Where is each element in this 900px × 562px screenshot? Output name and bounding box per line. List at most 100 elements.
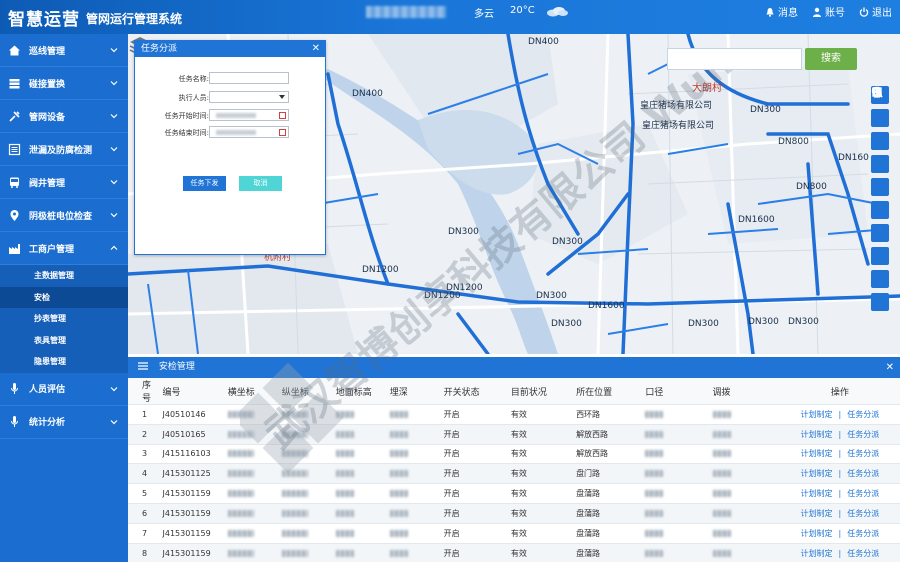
cell-x-blurred	[227, 404, 282, 425]
sidebar-item-leak-detection[interactable]: 泄漏及防腐检测	[0, 133, 128, 166]
chevron-down-icon	[110, 180, 118, 185]
dialog-header: 任务分派 ✕	[135, 41, 325, 57]
sidebar-item-statistics[interactable]: 统计分析	[0, 406, 128, 439]
blurred-value	[227, 430, 254, 438]
executor-select[interactable]	[209, 91, 289, 103]
stack-icon	[9, 78, 20, 88]
cell-elevation-blurred	[335, 522, 390, 544]
start-time-input[interactable]	[209, 109, 289, 121]
sidebar-item-replacement[interactable]: 碰接置换	[0, 67, 128, 100]
column-header: 地面标高	[335, 378, 390, 405]
user-icon	[813, 7, 821, 17]
end-time-input[interactable]	[209, 126, 289, 138]
power-icon	[859, 7, 869, 17]
close-icon[interactable]: ✕	[886, 357, 894, 378]
blurred-value	[645, 430, 664, 438]
full-extent-button[interactable]	[871, 87, 889, 265]
cell-transfer-blurred	[712, 483, 780, 504]
cell-location: 盘蒲路	[576, 522, 646, 544]
submit-task-button[interactable]: 任务下发	[183, 176, 226, 191]
submenu-meter-management[interactable]: 表具管理	[0, 330, 128, 352]
table-row[interactable]: 6 J415301159 开启 有效 盘蒲路 计划制定 | 任务分派	[128, 502, 900, 524]
submenu-master-data[interactable]: 主数据管理	[0, 265, 128, 287]
plan-link[interactable]: 计划制定	[801, 509, 833, 518]
table-row[interactable]: 7 J415301159 开启 有效 盘蒲路 计划制定 | 任务分派	[128, 522, 900, 544]
sidebar-item-patrol[interactable]: 巡线管理	[0, 34, 128, 67]
plan-link[interactable]: 计划制定	[801, 469, 833, 478]
cell-diameter-blurred	[645, 522, 713, 544]
submenu-hazard[interactable]: 隐患管理	[0, 351, 128, 373]
blurred-value	[712, 430, 731, 438]
zoom-out-button[interactable]	[871, 91, 889, 127]
sidebar: 巡线管理 碰接置换 管网设备 泄漏及防腐检测 阀井管理 阴极桩电位检查 工商户管…	[0, 34, 128, 562]
account-button[interactable]: 账号	[812, 4, 845, 19]
sidebar-item-label: 碰接置换	[29, 79, 66, 90]
menu-icon[interactable]	[138, 362, 148, 370]
cell-depth-blurred	[389, 502, 444, 524]
calendar-icon[interactable]	[279, 112, 286, 119]
calendar-icon[interactable]	[279, 129, 286, 136]
sidebar-item-business[interactable]: 工商户管理	[0, 232, 128, 265]
sidebar-item-personnel[interactable]: 人员评估	[0, 373, 128, 406]
plan-link[interactable]: 计划制定	[801, 489, 833, 498]
map-search-input[interactable]	[667, 48, 802, 70]
assign-task-link[interactable]: 任务分派	[847, 549, 879, 558]
sidebar-item-equipment[interactable]: 管网设备	[0, 100, 128, 133]
cell-x-blurred	[227, 542, 282, 562]
sidebar-item-valve[interactable]: 阀井管理	[0, 166, 128, 199]
map-label: DN1200	[362, 265, 399, 275]
plan-link[interactable]: 计划制定	[801, 449, 833, 458]
zoom-box-out-button[interactable]	[871, 86, 889, 196]
sidebar-item-label: 人员评估	[29, 385, 66, 395]
pan-button[interactable]	[871, 88, 889, 150]
blurred-value	[389, 450, 408, 458]
assign-task-link[interactable]: 任务分派	[847, 489, 879, 498]
map-search-button[interactable]: 搜索	[805, 48, 857, 70]
account-label: 账号	[825, 8, 845, 19]
cell-no: 3	[128, 443, 157, 464]
zoom-box-in-button[interactable]	[871, 86, 889, 173]
table-row[interactable]: 2 J40510165 开启 有效 解放西路 计划制定 | 任务分派	[128, 423, 900, 445]
sidebar-item-cathode[interactable]: 阴极桩电位检查	[0, 199, 128, 232]
cell-code: J415301159	[156, 502, 228, 524]
clear-button[interactable]	[871, 86, 889, 311]
blurred-value	[227, 470, 254, 478]
map-label: DN300	[448, 227, 479, 237]
cell-location: 解放西路	[576, 423, 646, 445]
plan-link[interactable]: 计划制定	[801, 549, 833, 558]
plan-link[interactable]: 计划制定	[801, 529, 833, 538]
cell-code: J40510146	[156, 404, 228, 425]
assign-task-link[interactable]: 任务分派	[847, 410, 879, 419]
chevron-down-icon	[110, 48, 118, 53]
cell-elevation-blurred	[335, 502, 390, 524]
table-row[interactable]: 1 J40510146 开启 有效 西环路 计划制定 | 任务分派	[128, 404, 900, 425]
cell-transfer-blurred	[712, 404, 780, 425]
messages-button[interactable]: 消息	[765, 4, 798, 19]
cell-no: 5	[128, 483, 157, 504]
assign-task-link[interactable]: 任务分派	[847, 430, 879, 439]
plan-link[interactable]: 计划制定	[801, 430, 833, 439]
close-icon[interactable]: ✕	[312, 41, 320, 57]
refresh-button[interactable]	[871, 86, 889, 219]
logout-button[interactable]: 退出	[859, 4, 892, 19]
search-tool-button[interactable]	[871, 86, 889, 242]
assign-task-link[interactable]: 任务分派	[847, 449, 879, 458]
cell-status: 有效	[510, 502, 577, 524]
table-row[interactable]: 8 J415301159 开启 有效 盘蒲路 计划制定 | 任务分派	[128, 542, 900, 562]
plan-link[interactable]: 计划制定	[801, 410, 833, 419]
assign-task-link[interactable]: 任务分派	[847, 469, 879, 478]
task-name-input[interactable]	[209, 72, 289, 84]
submenu-meter-reading[interactable]: 抄表管理	[0, 308, 128, 330]
table-row[interactable]: 5 J415301159 开启 有效 盘蒲路 计划制定 | 任务分派	[128, 483, 900, 504]
app: 智慧运营 管网运行管理系统 多云 20°C 消息 账号 退出 巡线管理 碰接置换…	[0, 0, 900, 562]
table-row[interactable]: 4 J415301125 开启 有效 盘门路 计划制定 | 任务分派	[128, 463, 900, 484]
cell-depth-blurred	[389, 483, 444, 504]
submenu-inspection[interactable]: 安检	[0, 286, 128, 308]
assign-task-link[interactable]: 任务分派	[847, 529, 879, 538]
assign-task-link[interactable]: 任务分派	[847, 509, 879, 518]
cell-y-blurred	[281, 443, 336, 464]
cancel-button[interactable]: 取消	[239, 176, 282, 191]
crop-button[interactable]	[871, 87, 889, 288]
table-row[interactable]: 3 J415116103 开启 有效 解放西路 计划制定 | 任务分派	[128, 443, 900, 464]
cell-code: J415116103	[156, 443, 228, 464]
